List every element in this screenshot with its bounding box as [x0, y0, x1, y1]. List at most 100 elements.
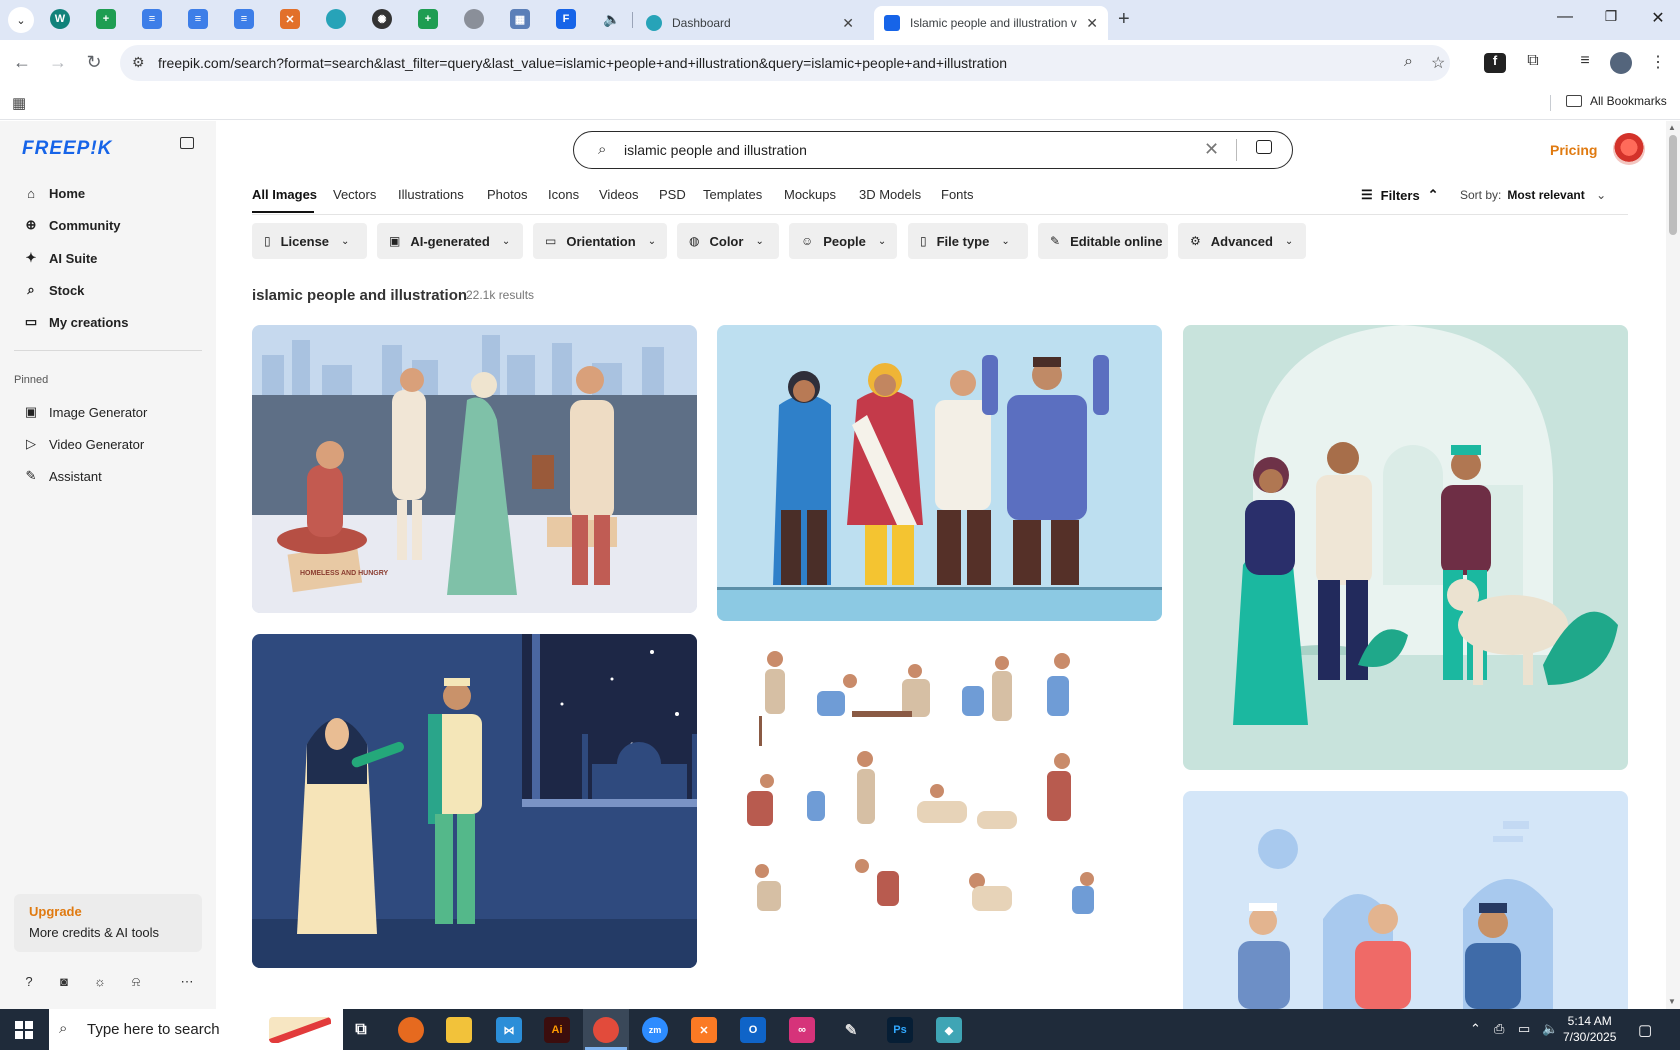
url-text[interactable]: freepik.com/search?format=search&last_fi… — [158, 55, 1007, 71]
nav-my-creations[interactable]: ▭ My creations — [22, 311, 129, 333]
restore-button[interactable]: ❐ — [1596, 8, 1626, 25]
tab-psd[interactable]: PSD — [659, 187, 686, 202]
tab-vectors[interactable]: Vectors — [333, 187, 376, 202]
filter-editable-online[interactable]: ✎ Editable online — [1038, 223, 1168, 259]
app-icon[interactable]: ◆ — [936, 1017, 962, 1043]
all-bookmarks-button[interactable]: All Bookmarks — [1566, 94, 1667, 108]
pinned-tab-sheets-icon[interactable]: + — [418, 9, 438, 29]
close-icon[interactable]: ✕ — [1086, 15, 1098, 32]
tab-mockups[interactable]: Mockups — [784, 187, 836, 202]
search-input[interactable] — [624, 140, 1184, 160]
filters-button[interactable]: ☰ Filters ⌃ — [1361, 187, 1439, 203]
filter-orientation[interactable]: ▭ Orientation ⌄ — [533, 223, 667, 259]
pinned-tab-wordpress-icon[interactable]: W — [50, 9, 70, 29]
nav-home[interactable]: ⌂ Home — [22, 182, 85, 204]
pinned-tab-docs-icon[interactable]: ≡ — [142, 9, 162, 29]
tab-videos[interactable]: Videos — [599, 187, 639, 202]
window-close-button[interactable]: ✕ — [1643, 8, 1673, 28]
tray-chevron-icon[interactable]: ⌃ — [1470, 1021, 1481, 1037]
photoshop-icon[interactable]: Ps — [887, 1017, 913, 1043]
user-avatar[interactable] — [1613, 133, 1645, 165]
tab-illustrations[interactable]: Illustrations — [398, 187, 464, 202]
outlook-icon[interactable]: O — [740, 1017, 766, 1043]
filter-license[interactable]: ▯ License ⌄ — [252, 223, 367, 259]
nav-video-generator[interactable]: ▷ Video Generator — [22, 433, 144, 455]
result-image-praying[interactable] — [252, 634, 697, 968]
apps-grid-icon[interactable]: ▦ — [12, 94, 26, 112]
scroll-up-icon[interactable]: ▲ — [1668, 123, 1676, 132]
file-explorer-icon[interactable] — [446, 1017, 472, 1043]
pricing-link[interactable]: Pricing — [1550, 142, 1597, 158]
pinned-tab-xampp-icon[interactable]: ✕ — [280, 9, 300, 29]
scroll-thumb[interactable] — [1669, 135, 1677, 235]
camera-search-icon[interactable] — [1256, 140, 1272, 154]
sort-dropdown[interactable]: Sort by: Most relevant ⌄ — [1460, 188, 1606, 202]
tab-photos[interactable]: Photos — [487, 187, 527, 202]
media-controls-icon[interactable]: ≡ — [1574, 52, 1596, 70]
result-image-charity[interactable]: HOMELESS AND HUNGRY — [252, 325, 697, 613]
zoom-app-icon[interactable]: zm — [642, 1017, 668, 1043]
illustrator-icon[interactable]: Ai — [544, 1017, 570, 1043]
pinned-tab-qr-icon[interactable]: ▦ — [510, 9, 530, 29]
clear-search-icon[interactable]: ✕ — [1204, 139, 1219, 160]
close-icon[interactable]: ✕ — [842, 15, 854, 32]
filter-advanced[interactable]: ⚙ Advanced ⌄ — [1178, 223, 1306, 259]
nav-assistant[interactable]: ✎ Assistant — [22, 465, 102, 487]
system-clock[interactable]: 5:14 AM 7/30/2025 — [1563, 1013, 1616, 1045]
result-image-three-men[interactable] — [1183, 791, 1628, 1009]
search-bar[interactable]: ⌕ ✕ — [573, 131, 1293, 169]
zoom-icon[interactable]: ⌕ — [1404, 53, 1413, 71]
forward-button[interactable]: → — [46, 52, 70, 73]
filter-ai-generated[interactable]: ▣ AI-generated ⌄ — [377, 223, 523, 259]
filter-color[interactable]: ◍ Color ⌄ — [677, 223, 779, 259]
tab-all-images[interactable]: All Images — [252, 187, 317, 202]
tab-3d-models[interactable]: 3D Models — [859, 187, 921, 202]
result-image-eid-goat[interactable] — [1183, 325, 1628, 770]
creative-cloud-icon[interactable]: ∞ — [789, 1017, 815, 1043]
bookmark-star-icon[interactable]: ☆ — [1431, 53, 1445, 73]
nav-ai-suite[interactable]: ✦ AI Suite — [22, 247, 98, 269]
reload-button[interactable]: ↻ — [82, 52, 106, 73]
task-view-icon[interactable]: ⧉ — [348, 1017, 374, 1043]
nav-stock[interactable]: ⌕ Stock — [22, 279, 84, 301]
pinned-tab-docs-icon[interactable]: ≡ — [188, 9, 208, 29]
pinned-tab-freepik-icon[interactable]: F — [556, 9, 576, 29]
pinned-tab-sheets-icon[interactable]: + — [96, 9, 116, 29]
tab-dashboard[interactable]: Dashboard ✕ — [636, 6, 864, 40]
upgrade-card[interactable]: Upgrade More credits & AI tools — [14, 894, 202, 952]
pinned-tab-audio-icon[interactable]: 🔈 — [602, 9, 622, 29]
tab-templates[interactable]: Templates — [703, 187, 762, 202]
pinned-tab-docs-icon[interactable]: ≡ — [234, 9, 254, 29]
pen-tool-icon[interactable]: ✎ — [838, 1017, 864, 1043]
help-icon[interactable]: ? — [20, 974, 38, 989]
pinned-tab-openai-icon[interactable]: ✺ — [372, 9, 392, 29]
address-bar[interactable]: ⚙ freepik.com/search?format=search&last_… — [120, 45, 1450, 81]
extensions-puzzle-icon[interactable]: ⧉ — [1522, 52, 1544, 70]
page-scrollbar[interactable]: ▲ ▼ — [1666, 121, 1680, 1009]
minimize-button[interactable]: — — [1550, 8, 1580, 26]
tab-icons[interactable]: Icons — [548, 187, 579, 202]
more-icon[interactable]: ⋯ — [178, 974, 196, 990]
filter-people[interactable]: ☺ People ⌄ — [789, 223, 897, 259]
windows-start-icon[interactable] — [15, 1021, 33, 1039]
firefox-icon[interactable] — [398, 1017, 424, 1043]
nav-community[interactable]: ⊕ Community — [22, 214, 121, 236]
tray-app-icon[interactable]: ⎙ — [1494, 1021, 1504, 1037]
vscode-icon[interactable]: ⋈ — [496, 1017, 522, 1043]
volume-icon[interactable]: 🔈 — [1542, 1021, 1558, 1037]
filter-file-type[interactable]: ▯ File type ⌄ — [908, 223, 1028, 259]
result-image-activities-set[interactable] — [717, 641, 1162, 941]
profile-avatar[interactable] — [1610, 52, 1632, 74]
bell-icon[interactable]: ⍾ — [127, 974, 145, 990]
pinned-tab-app-icon[interactable] — [326, 9, 346, 29]
freepik-logo[interactable]: FREEP!K — [22, 138, 112, 160]
network-icon[interactable]: ▭ — [1518, 1021, 1530, 1037]
xampp-icon[interactable]: ✕ — [691, 1017, 717, 1043]
discord-icon[interactable]: ◙ — [55, 974, 73, 989]
result-image-group[interactable] — [717, 325, 1162, 621]
browser-menu-icon[interactable]: ⋮ — [1647, 52, 1669, 72]
new-tab-button[interactable]: + — [1118, 8, 1130, 31]
chrome-icon[interactable] — [585, 1017, 627, 1050]
notifications-icon[interactable]: ▢ — [1638, 1021, 1652, 1039]
extension-f-icon[interactable]: f — [1484, 53, 1506, 73]
